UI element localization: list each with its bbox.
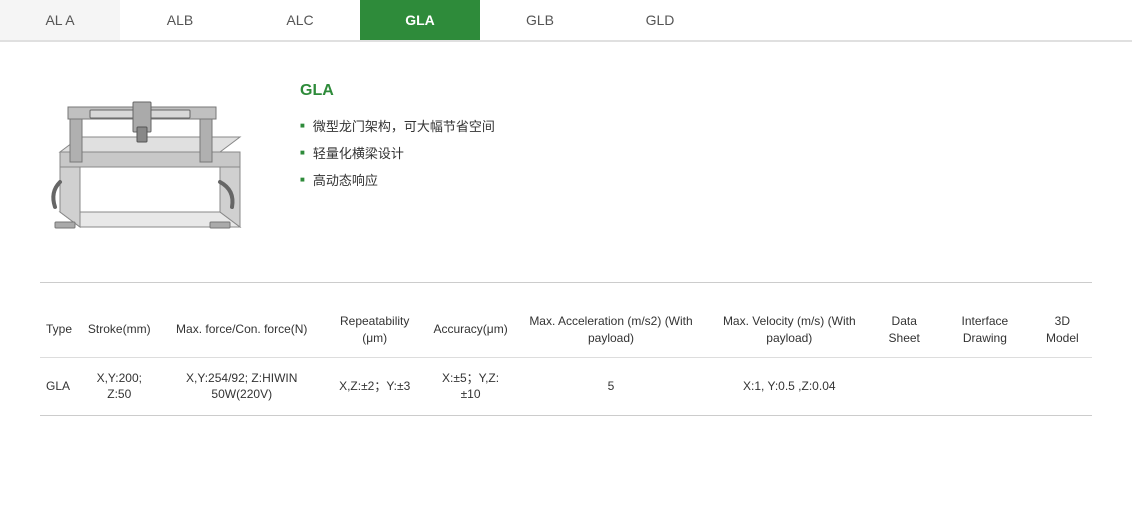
cell-accuracy: X:±5；Y,Z:±10: [426, 357, 514, 416]
cell-3d-model: [1033, 357, 1092, 416]
cell-acceleration: 5: [515, 357, 707, 416]
data-table: Type Stroke(mm) Max. force/Con. force(N)…: [40, 303, 1092, 416]
cell-interface-drawing: [937, 357, 1033, 416]
col-repeatability: Repeatability (μm): [323, 303, 426, 357]
cell-repeatability: X,Z:±2；Y:±3: [323, 357, 426, 416]
table-header-row: Type Stroke(mm) Max. force/Con. force(N)…: [40, 303, 1092, 357]
tab-gla[interactable]: GLA: [360, 0, 480, 40]
cell-type: GLA: [40, 357, 78, 416]
col-stroke: Stroke(mm): [78, 303, 161, 357]
table-row: GLA X,Y:200; Z:50 X,Y:254/92; Z:HIWIN 50…: [40, 357, 1092, 416]
product-image: [40, 72, 260, 252]
feature-item-3: 高动态响应: [300, 170, 495, 189]
tab-glb[interactable]: GLB: [480, 0, 600, 40]
product-details: GLA 微型龙门架构，可大幅节省空间 轻量化横梁设计 高动态响应: [300, 72, 495, 197]
cell-datasheet: [871, 357, 937, 416]
cell-stroke: X,Y:200; Z:50: [78, 357, 161, 416]
tab-ala[interactable]: AL A: [0, 0, 120, 40]
feature-list: 微型龙门架构，可大幅节省空间 轻量化横梁设计 高动态响应: [300, 116, 495, 189]
col-velocity: Max. Velocity (m/s) (With payload): [707, 303, 871, 357]
col-interface-drawing: Interface Drawing: [937, 303, 1033, 357]
col-force: Max. force/Con. force(N): [161, 303, 323, 357]
col-type: Type: [40, 303, 78, 357]
content-area: GLA 微型龙门架构，可大幅节省空间 轻量化横梁设计 高动态响应 Type St…: [0, 42, 1132, 436]
feature-item-1: 微型龙门架构，可大幅节省空间: [300, 116, 495, 135]
product-section: GLA 微型龙门架构，可大幅节省空间 轻量化横梁设计 高动态响应: [40, 72, 1092, 252]
col-acceleration: Max. Acceleration (m/s2) (With payload): [515, 303, 707, 357]
tab-alb[interactable]: ALB: [120, 0, 240, 40]
col-datasheet: Data Sheet: [871, 303, 937, 357]
tab-gld[interactable]: GLD: [600, 0, 720, 40]
feature-item-2: 轻量化横梁设计: [300, 143, 495, 162]
cell-velocity: X:1, Y:0.5 ,Z:0.04: [707, 357, 871, 416]
col-accuracy: Accuracy(μm): [426, 303, 514, 357]
tab-alc[interactable]: ALC: [240, 0, 360, 40]
col-3d-model: 3D Model: [1033, 303, 1092, 357]
product-title: GLA: [300, 82, 495, 100]
cell-force: X,Y:254/92; Z:HIWIN 50W(220V): [161, 357, 323, 416]
tab-bar: AL A ALB ALC GLA GLB GLD: [0, 0, 1132, 42]
divider: [40, 282, 1092, 283]
